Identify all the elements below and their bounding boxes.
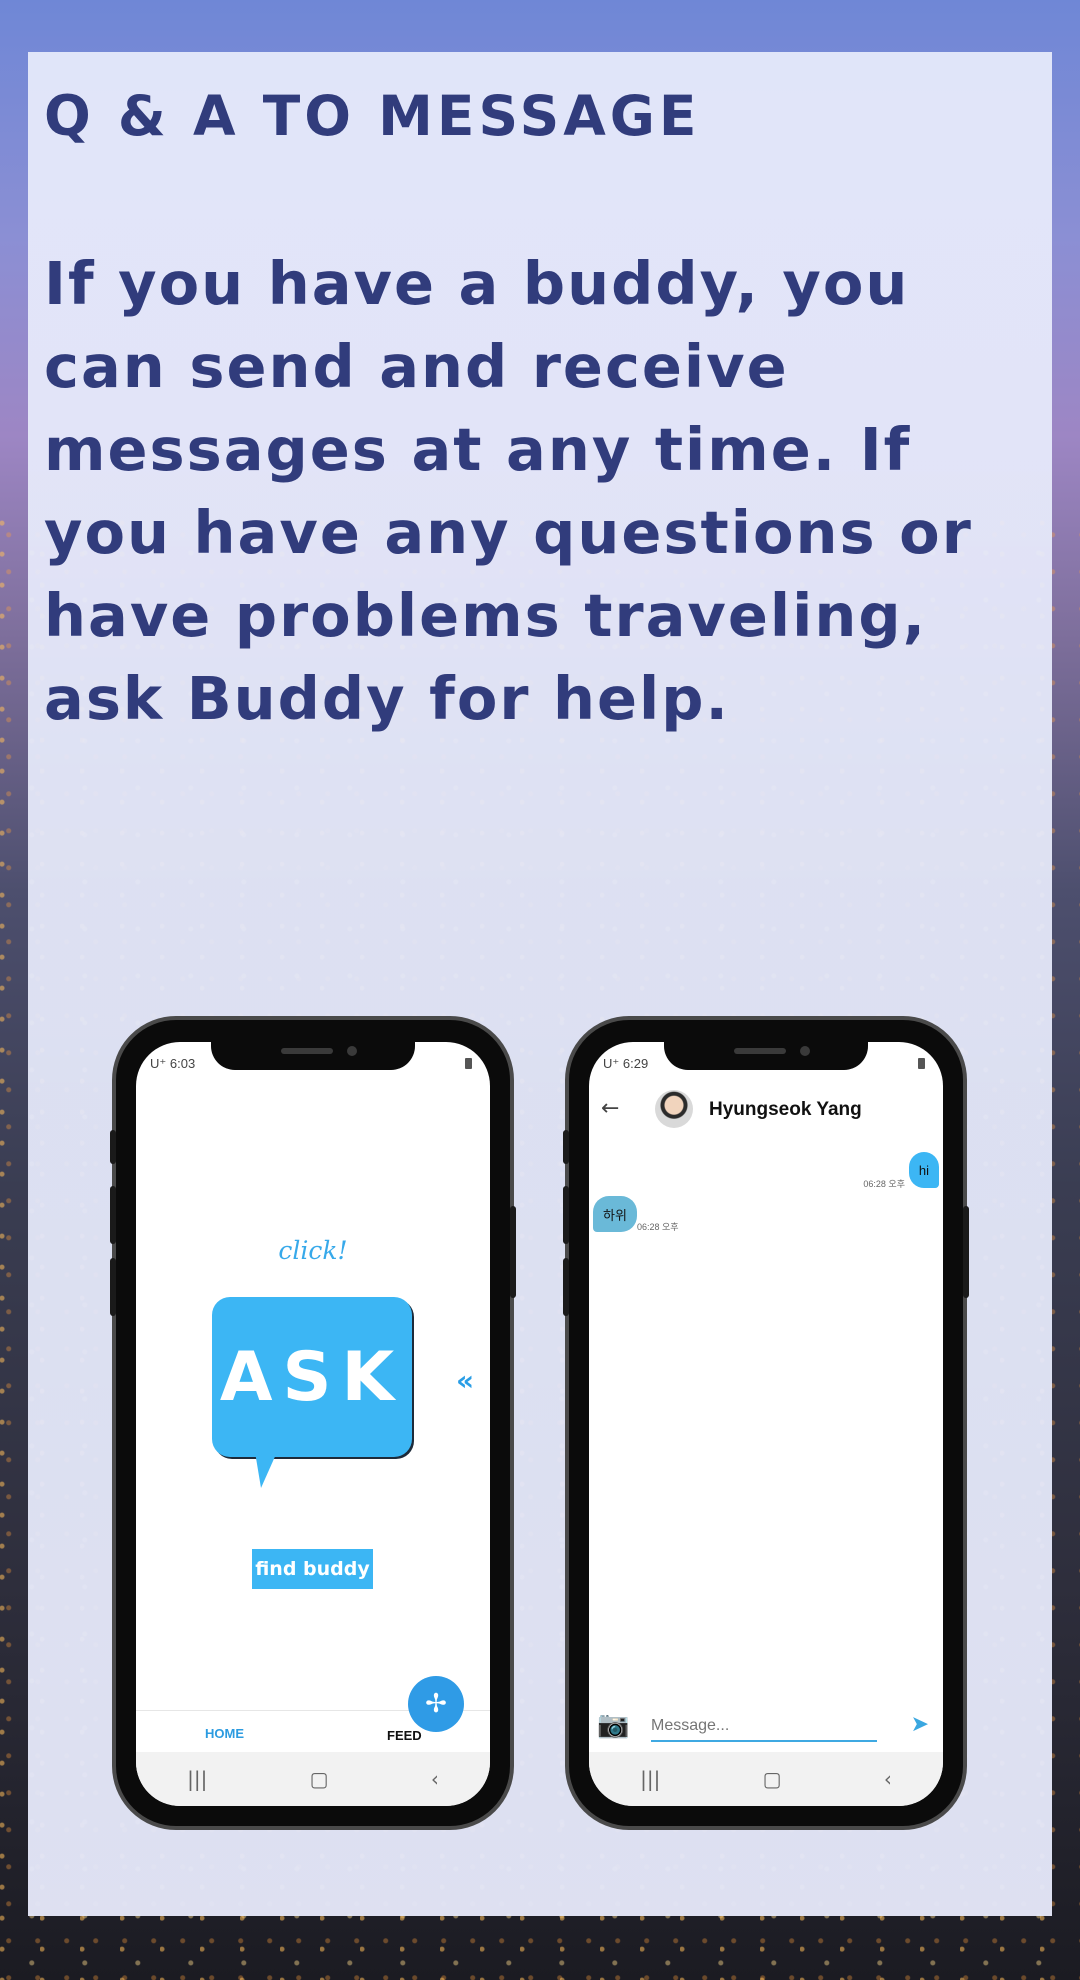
find-buddy-button[interactable]: find buddy [252, 1549, 373, 1589]
contact-name: Hyungseok Yang [709, 1099, 862, 1120]
add-photo-icon[interactable]: 📷 [597, 1710, 629, 1740]
message-timestamp: 06:28 오후 [637, 1222, 679, 1232]
phone-screen: U⁺ 6:03 click! ASK « find buddy ✢ HOME F… [136, 1042, 490, 1806]
chevron-left-icon[interactable]: « [456, 1364, 474, 1397]
phone-notch [211, 1042, 415, 1070]
message-input[interactable] [651, 1712, 877, 1742]
ask-bubble-tail [255, 1452, 277, 1488]
phone-side-button [110, 1130, 116, 1164]
phone-home-screen: U⁺ 6:03 click! ASK « find buddy ✢ HOME F… [110, 1016, 516, 1830]
battery-icon [465, 1058, 472, 1069]
phone-side-button [563, 1186, 569, 1244]
message-timestamp: 06:28 오후 [863, 1179, 905, 1189]
message-bubble-sent[interactable]: hi [908, 1152, 939, 1188]
click-hint: click! [278, 1236, 348, 1265]
page-description: If you have a buddy, you can send and re… [44, 249, 973, 733]
avatar[interactable] [655, 1090, 693, 1128]
recents-icon[interactable]: ||| [640, 1767, 660, 1791]
phone-power-button [963, 1206, 969, 1298]
message-composer: 📷 ➤ [589, 1704, 943, 1750]
home-icon[interactable]: ▢ [310, 1767, 329, 1791]
pinwheel-icon[interactable]: ✢ [408, 1676, 464, 1732]
carrier-label: U⁺ [150, 1056, 167, 1071]
back-arrow-icon[interactable]: ← [601, 1096, 619, 1121]
phone-notch [664, 1042, 868, 1070]
page-heading: Q & A TO MESSAGE [44, 84, 701, 148]
phone-side-button [110, 1258, 116, 1316]
phone-power-button [510, 1206, 516, 1298]
phone-side-button [110, 1186, 116, 1244]
chat-header: ← Hyungseok Yang [589, 1082, 943, 1142]
carrier-label: U⁺ [603, 1056, 620, 1071]
phone-side-button [563, 1130, 569, 1164]
message-bubble-received[interactable]: 하위 [593, 1196, 637, 1232]
phone-chat-screen: U⁺ 6:29 ← Hyungseok Yang hi 06:28 오후 하위 … [563, 1016, 969, 1830]
back-icon[interactable]: ‹ [884, 1767, 892, 1791]
system-nav-bar: ||| ▢ ‹ [589, 1752, 943, 1806]
phone-screen: U⁺ 6:29 ← Hyungseok Yang hi 06:28 오후 하위 … [589, 1042, 943, 1806]
status-time: 6:03 [169, 1056, 196, 1071]
back-icon[interactable]: ‹ [431, 1767, 439, 1791]
home-icon[interactable]: ▢ [763, 1767, 782, 1791]
ask-button-label[interactable]: ASK [212, 1297, 412, 1457]
recents-icon[interactable]: ||| [187, 1767, 207, 1791]
send-icon[interactable]: ➤ [911, 1712, 929, 1737]
battery-icon [918, 1058, 925, 1069]
phone-side-button [563, 1258, 569, 1316]
status-time: 6:29 [622, 1056, 649, 1071]
system-nav-bar: ||| ▢ ‹ [136, 1752, 490, 1806]
